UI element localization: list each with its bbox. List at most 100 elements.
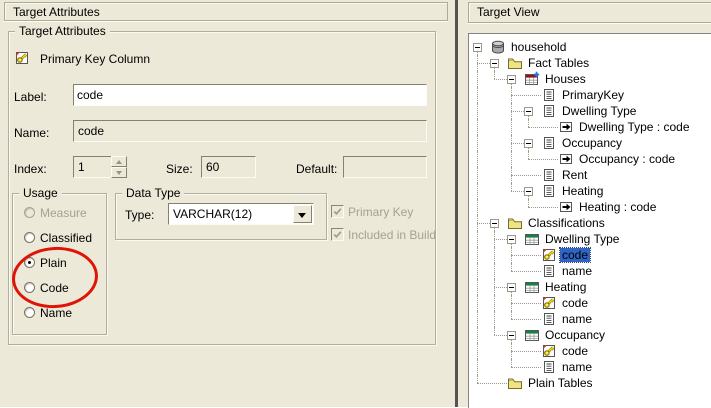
tree-item-label[interactable]: Heating : code: [577, 200, 658, 214]
key-icon: [541, 295, 557, 311]
default-caption: Default:: [296, 162, 337, 176]
tree-item-name[interactable]: name: [469, 311, 711, 327]
tree-item-label[interactable]: Occupancy : code: [577, 152, 677, 166]
radio-label-measure: Measure: [40, 206, 87, 220]
tree-item-heating-code[interactable]: Heating : code: [469, 199, 711, 215]
tree-item-label[interactable]: code: [560, 344, 590, 358]
tree-item-label[interactable]: household: [509, 40, 568, 54]
tree-item-classifications[interactable]: Classifications: [469, 215, 711, 231]
tree-guide: [494, 287, 507, 288]
name-caption: Name:: [14, 126, 49, 140]
tree-item-label[interactable]: Dwelling Type: [543, 232, 621, 246]
class-table-icon: [524, 279, 540, 295]
radio-classified[interactable]: [24, 232, 35, 243]
usage-option-classified[interactable]: Classified: [12, 231, 105, 244]
class-table-icon: [524, 231, 540, 247]
tree-item-label[interactable]: code: [560, 296, 590, 310]
tree-guide: [477, 295, 478, 311]
tree-guide: [511, 87, 512, 95]
tree-guide: [511, 263, 512, 271]
tree-item-name[interactable]: name: [469, 359, 711, 375]
tree-expander-minus[interactable]: [507, 283, 516, 292]
tree-expander-minus[interactable]: [507, 75, 516, 84]
tree-guide: [477, 183, 478, 199]
tree-expander-minus[interactable]: [473, 43, 482, 52]
tree-item-label[interactable]: Occupancy: [560, 136, 624, 150]
tree-guide: [511, 183, 512, 191]
target-attributes-panel-title: Target Attributes: [13, 5, 100, 19]
usage-option-plain[interactable]: Plain: [12, 256, 105, 269]
tree-item-plain-tables[interactable]: Plain Tables: [469, 375, 711, 391]
tree-expander-minus[interactable]: [507, 235, 516, 244]
tree-expander-minus[interactable]: [524, 187, 533, 196]
folder-icon: [507, 375, 523, 391]
checkbox-included-in-build: [331, 228, 344, 241]
tree-guide: [477, 103, 478, 119]
tree-item-household[interactable]: household: [469, 39, 711, 55]
tree-item-label[interactable]: Rent: [560, 168, 589, 182]
tree-item-label[interactable]: Heating: [543, 280, 588, 294]
column-icon: [541, 183, 557, 199]
tree-item-label[interactable]: Classifications: [526, 216, 607, 230]
tree-expander-minus[interactable]: [490, 59, 499, 68]
tree-item-dwelling-type[interactable]: Dwelling Type: [469, 103, 711, 119]
tree-item-label[interactable]: Heating: [560, 184, 605, 198]
database-icon: [490, 39, 506, 55]
tree-item-code[interactable]: code: [469, 343, 711, 359]
tree-expander-minus[interactable]: [507, 331, 516, 340]
tree-item-dwelling-type-code[interactable]: Dwelling Type : code: [469, 119, 711, 135]
tree-item-label[interactable]: PrimaryKey: [560, 88, 626, 102]
tree-item-label[interactable]: Occupancy: [543, 328, 607, 342]
tree-item-heating[interactable]: Heating: [469, 183, 711, 199]
index-field: 1: [73, 156, 112, 178]
tree-item-label[interactable]: name: [560, 360, 594, 374]
name-field: code: [73, 120, 427, 142]
tree-guide: [511, 103, 512, 111]
selection-type-label: Primary Key Column: [40, 52, 150, 66]
tree-item-occupancy[interactable]: Occupancy: [469, 327, 711, 343]
tree-expander-minus[interactable]: [490, 219, 499, 228]
tree-guide: [477, 383, 507, 384]
data-type-combobox[interactable]: VARCHAR(12): [168, 203, 314, 225]
radio-plain[interactable]: [24, 257, 35, 268]
tree-guide: [494, 311, 495, 327]
tree-item-label[interactable]: Houses: [543, 72, 588, 86]
radio-name[interactable]: [24, 307, 35, 318]
tree-item-label[interactable]: Dwelling Type: [560, 104, 638, 118]
tree-item-occupancy-code[interactable]: Occupancy : code: [469, 151, 711, 167]
tree-item-heating[interactable]: Heating: [469, 279, 711, 295]
tree-item-houses[interactable]: Houses: [469, 71, 711, 87]
tree-item-fact-tables[interactable]: Fact Tables: [469, 55, 711, 71]
tree-guide: [528, 151, 529, 159]
tree-guide: [528, 199, 529, 207]
tree-item-occupancy[interactable]: Occupancy: [469, 135, 711, 151]
radio-code[interactable]: [24, 282, 35, 293]
tree-guide: [494, 263, 495, 279]
tree-guide: [477, 247, 478, 263]
mapping-icon: [558, 119, 574, 135]
label-input[interactable]: [73, 84, 427, 106]
tree-guide: [494, 247, 495, 263]
dropdown-button[interactable]: [293, 205, 312, 223]
tree-item-label[interactable]: code: [560, 248, 590, 262]
tree-guide: [511, 303, 541, 304]
tree-item-code[interactable]: code: [469, 247, 711, 263]
tree-item-label[interactable]: Dwelling Type : code: [577, 120, 692, 134]
tree-item-code[interactable]: code: [469, 295, 711, 311]
column-icon: [541, 167, 557, 183]
tree-item-dwelling-type[interactable]: Dwelling Type: [469, 231, 711, 247]
tree-expander-minus[interactable]: [524, 107, 533, 116]
usage-option-code[interactable]: Code: [12, 281, 105, 294]
tree-item-primarykey[interactable]: PrimaryKey: [469, 87, 711, 103]
radio-label-name: Name: [40, 306, 72, 320]
tree-guide: [511, 271, 541, 272]
tree-item-label[interactable]: Fact Tables: [526, 56, 591, 70]
tree-expander-minus[interactable]: [524, 139, 533, 148]
tree-item-rent[interactable]: Rent: [469, 167, 711, 183]
tree-item-label[interactable]: Plain Tables: [526, 376, 595, 390]
tree-item-label[interactable]: name: [560, 264, 594, 278]
label-caption: Label:: [14, 90, 47, 104]
tree-item-name[interactable]: name: [469, 263, 711, 279]
tree-item-label[interactable]: name: [560, 312, 594, 326]
usage-option-name[interactable]: Name: [12, 306, 105, 319]
